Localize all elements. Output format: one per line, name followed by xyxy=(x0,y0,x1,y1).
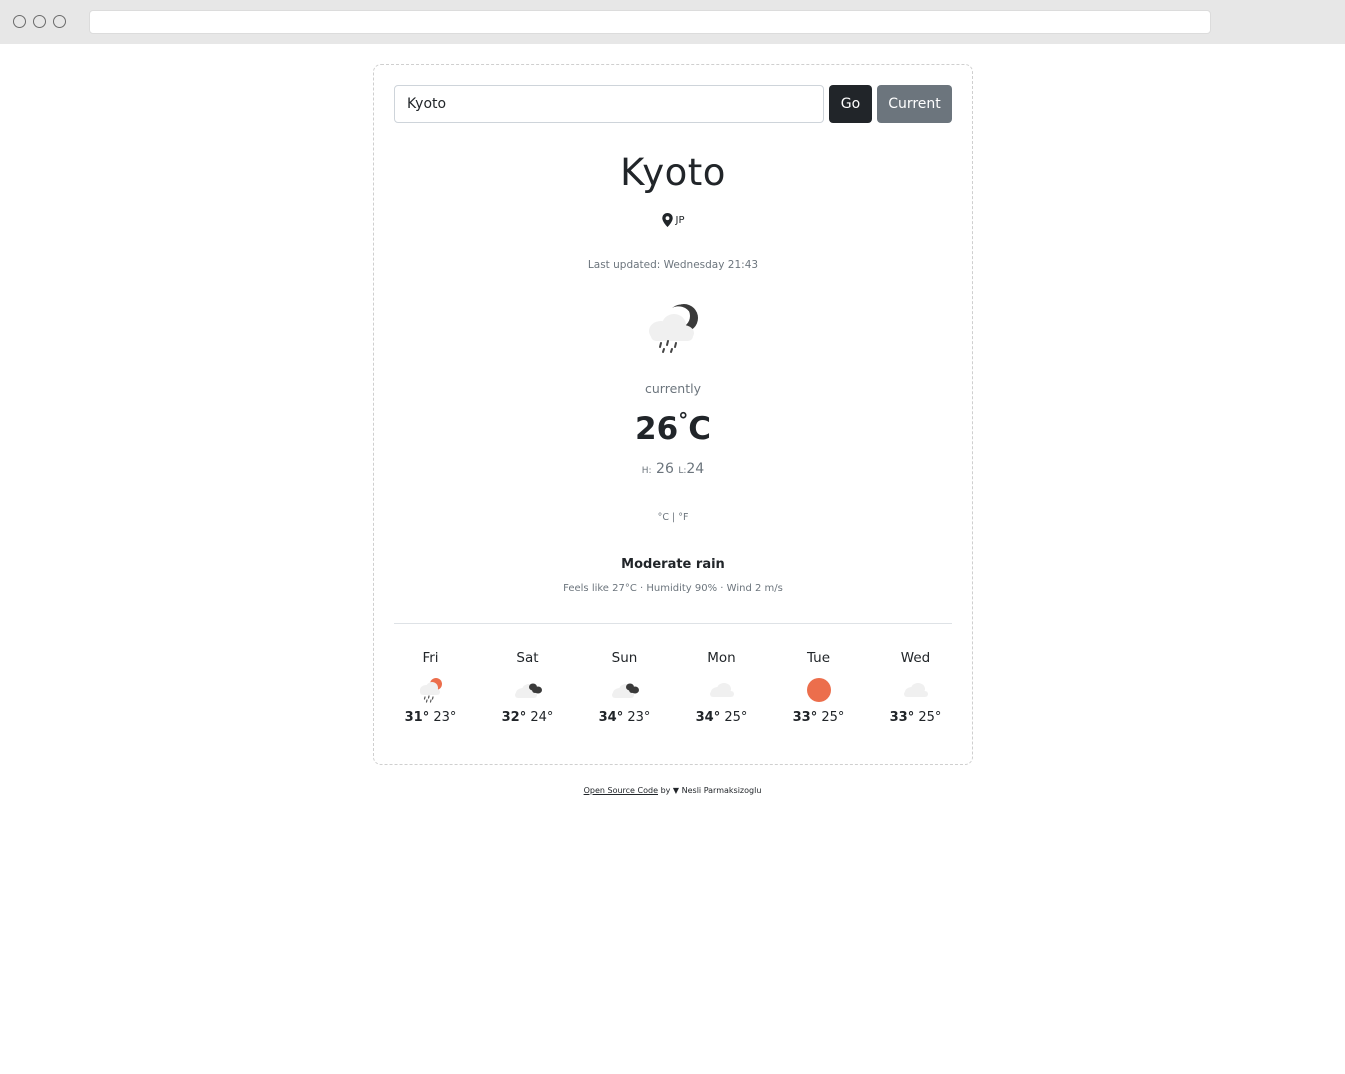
low-value: 24 xyxy=(686,461,705,477)
weather-card: Go Current Kyoto JP Last updated: Wednes… xyxy=(373,64,973,765)
currently-label: currently xyxy=(645,381,701,396)
cloud-icon xyxy=(709,683,734,697)
temperature-unit: C xyxy=(688,411,711,447)
forecast-low: 25° xyxy=(821,710,845,725)
forecast-low: 23° xyxy=(433,710,457,725)
forecast-high: 34° xyxy=(598,710,624,725)
forecast-high: 34° xyxy=(695,710,721,725)
forecast-temps: 31° 23° xyxy=(382,710,479,725)
map-pin-icon xyxy=(661,213,673,227)
high-low: H: 26 L:24 xyxy=(374,461,972,477)
forecast-temps: 32° 24° xyxy=(479,710,576,725)
high-value: 26 xyxy=(656,461,674,477)
forecast-high: 31° xyxy=(404,710,430,725)
forecast-temps: 34° 25° xyxy=(673,710,770,725)
city-name: Kyoto xyxy=(620,151,726,194)
heart-icon: ▼ xyxy=(672,786,680,795)
forecast-day: Wed 33° 25° xyxy=(867,650,964,750)
footer-by: by xyxy=(660,786,671,795)
country-code: JP xyxy=(675,214,685,226)
forecast-low: 23° xyxy=(627,710,651,725)
forecast-day-name: Mon xyxy=(707,650,736,666)
forecast-day-name: Sat xyxy=(516,650,539,666)
window-minimize-dot[interactable] xyxy=(33,15,46,28)
window-maximize-dot[interactable] xyxy=(53,15,66,28)
forecast-day-name: Tue xyxy=(806,650,831,666)
forecast-day: Tue 33° 25° xyxy=(770,650,867,750)
forecast-temps: 34° 23° xyxy=(576,710,673,725)
cloud-icon xyxy=(903,683,928,697)
forecast-low: 25° xyxy=(918,710,942,725)
forecast-day-name: Fri xyxy=(422,650,439,666)
forecast-high: 32° xyxy=(501,710,527,725)
country-row: JP xyxy=(374,213,972,227)
sun-icon xyxy=(806,678,831,702)
current-location-button[interactable]: Current xyxy=(877,85,952,123)
forecast-low: 25° xyxy=(724,710,748,725)
current-temperature: 26°C xyxy=(374,408,972,447)
temperature-value: 26 xyxy=(635,411,679,447)
sun-cloud-rain-icon xyxy=(419,678,442,703)
cloudy-icon xyxy=(514,683,542,698)
forecast-day-name: Wed xyxy=(900,650,931,666)
browser-toolbar xyxy=(0,0,1345,44)
footer-author: Nesli Parmaksizoglu xyxy=(681,786,762,795)
address-bar[interactable] xyxy=(89,10,1211,34)
weather-details: Feels like 27°C · Humidity 90% · Wind 2 … xyxy=(563,583,783,594)
forecast-day: Mon 34° 25° xyxy=(673,650,770,750)
forecast-day: Sat 32° 24° xyxy=(479,650,576,750)
forecast-high: 33° xyxy=(889,710,915,725)
forecast-day: Sun 34° 23° xyxy=(576,650,673,750)
cloudy-icon xyxy=(611,683,639,698)
last-updated-text: Last updated: Wednesday 21:43 xyxy=(587,259,759,271)
go-button[interactable]: Go xyxy=(829,85,872,123)
forecast-low: 24° xyxy=(530,710,554,725)
divider xyxy=(394,623,952,624)
night-cloud-rain-icon xyxy=(649,304,698,353)
high-label: H: xyxy=(641,466,652,476)
window-close-dot[interactable] xyxy=(13,15,26,28)
source-code-link[interactable]: Open Source Code xyxy=(584,786,658,795)
forecast-temps: 33° 25° xyxy=(770,710,867,725)
degree-symbol: ° xyxy=(678,408,689,432)
forecast-day: Fri 31° 23° xyxy=(382,650,479,750)
forecast-day-name: Sun xyxy=(611,650,638,666)
city-search-input[interactable] xyxy=(394,85,824,123)
forecast-temps: 33° 25° xyxy=(867,710,964,725)
footer: Open Source Code by ▼ Nesli Parmaksizogl… xyxy=(0,786,1345,795)
forecast-row: Fri 31° 23° Sat 32° 24° Sun 34° 23° Mon … xyxy=(382,650,964,750)
forecast-high: 33° xyxy=(792,710,818,725)
unit-toggle[interactable]: °C | °F xyxy=(374,512,972,523)
weather-condition: Moderate rain xyxy=(621,557,725,572)
